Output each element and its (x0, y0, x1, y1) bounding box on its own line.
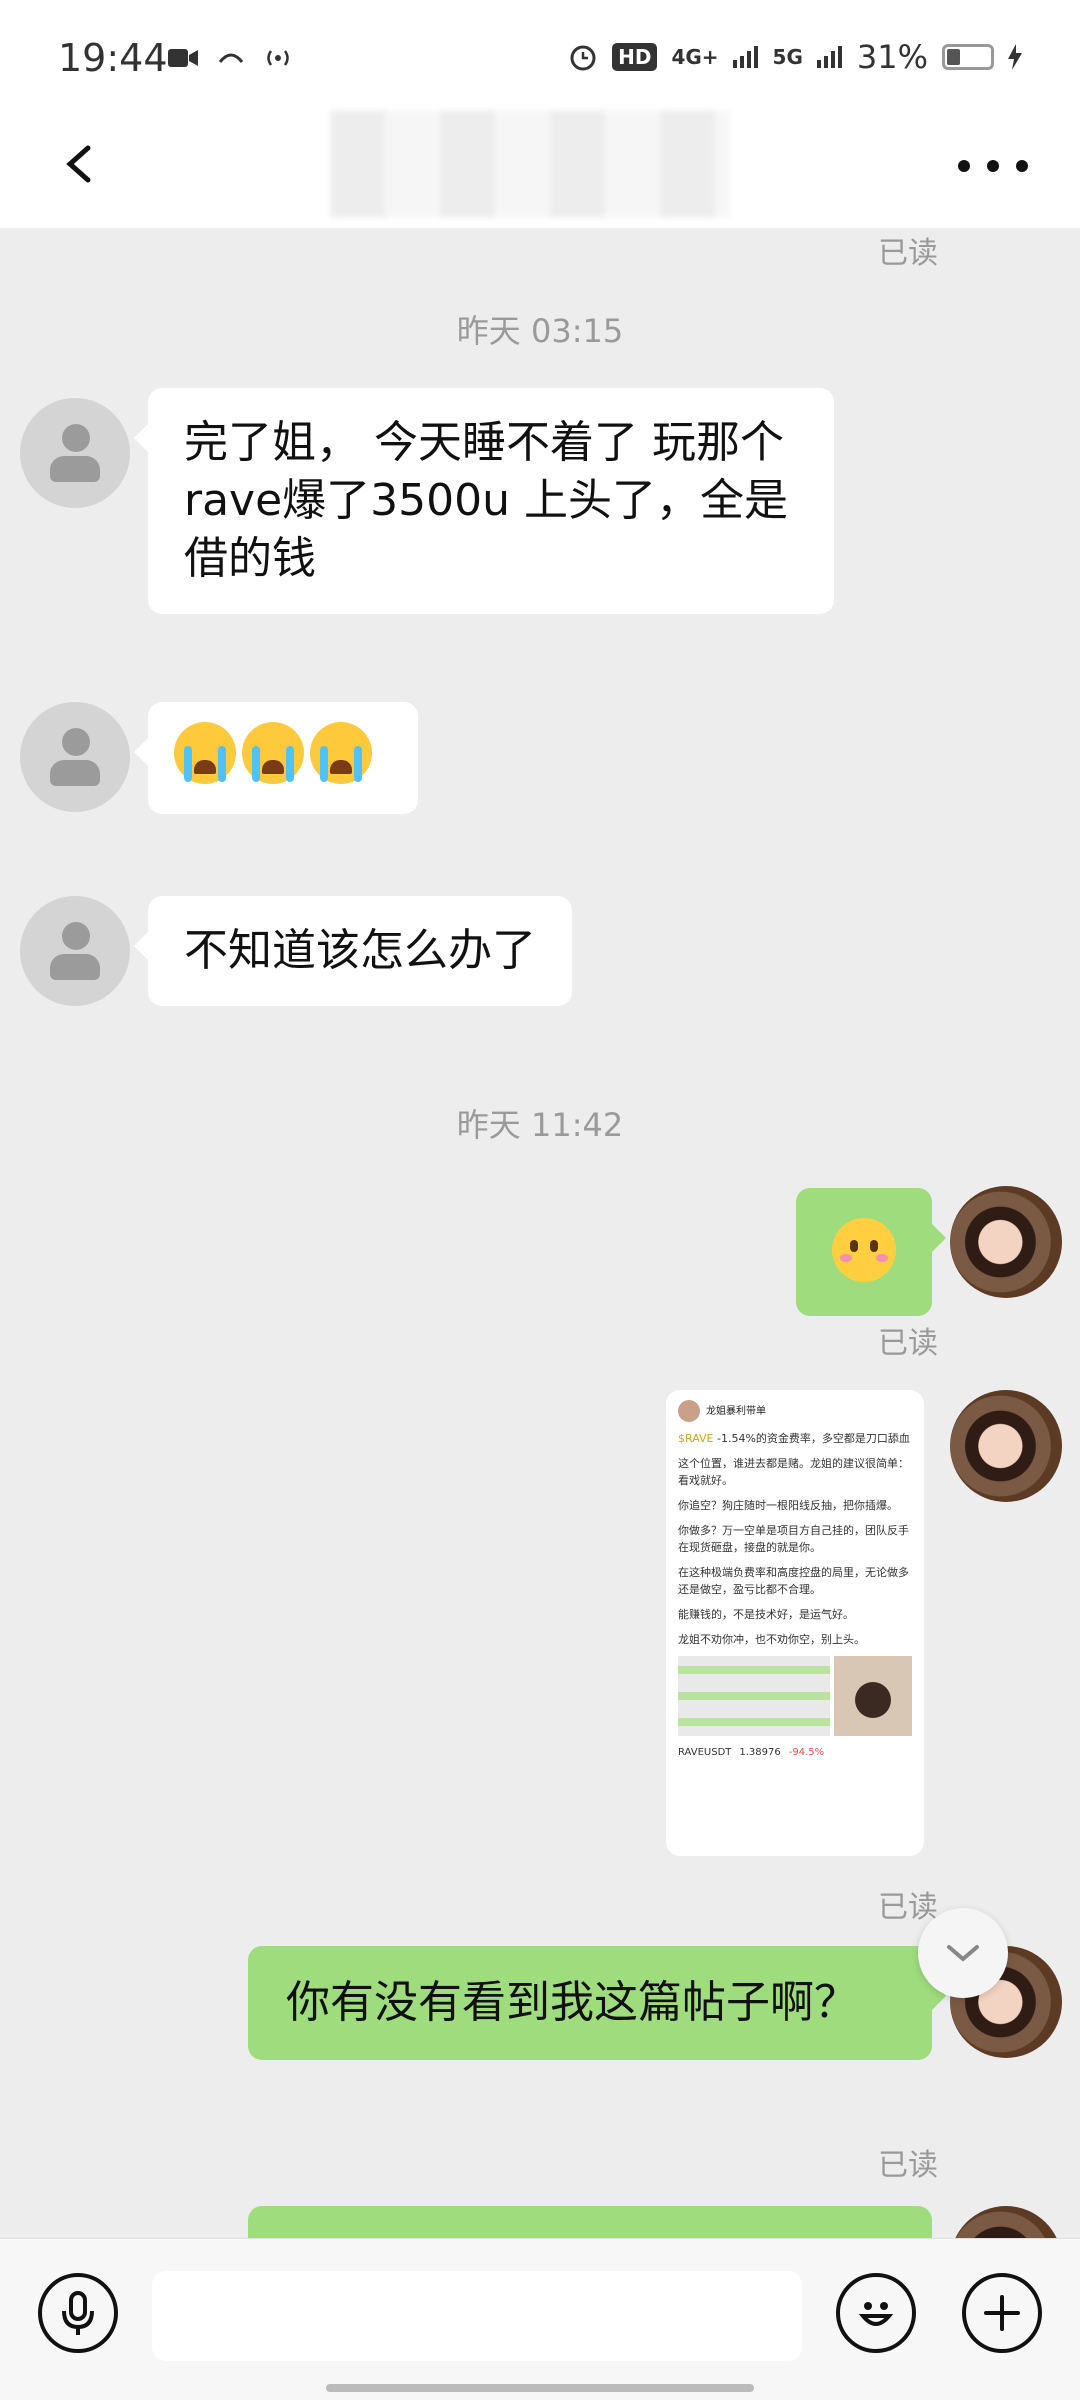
crying-emoji-icon (242, 722, 304, 784)
message-incoming[interactable]: 完了姐， 今天睡不着了 玩那个rave爆了3500u 上头了，全是借的钱 (134, 388, 834, 614)
hd-badge: HD (612, 43, 658, 71)
signal-icon-2 (816, 46, 842, 68)
input-bar (0, 2238, 1080, 2400)
contact-avatar[interactable] (20, 702, 130, 812)
emoji-icon (858, 2302, 894, 2326)
crying-emoji-icon (174, 722, 236, 784)
chat-header (0, 100, 1080, 228)
plus-button[interactable] (962, 2273, 1042, 2353)
post-para: 能赚钱的，不是技术好，是运气好。 (678, 1608, 854, 1621)
blushing-emoji-icon (832, 1218, 896, 1282)
read-receipt: 已读 (878, 1890, 938, 1925)
scroll-to-bottom-button[interactable] (918, 1908, 1008, 1998)
back-button[interactable] (52, 134, 112, 194)
read-receipt: 已读 (878, 236, 938, 271)
post-line: $RAVE -1.54%的资金费率，多空都是刀口舔血 (678, 1430, 912, 1447)
status-left-icons (168, 44, 292, 72)
message-incoming-emoji[interactable] (134, 702, 418, 814)
emoji-button[interactable] (836, 2273, 916, 2353)
message-outgoing[interactable]: 你有没有看到我这篇帖子啊？ (248, 1946, 946, 2060)
ticker-symbol: RAVEUSDT (678, 1747, 732, 1758)
ticker-price: 1.38976 (739, 1747, 781, 1758)
post-token-tag: $RAVE (678, 1432, 714, 1445)
post-para: 龙姐不劝你冲，也不劝你空，别上头。 (678, 1633, 865, 1646)
shared-post-image[interactable]: 龙姐暴利带单 $RAVE -1.54%的资金费率，多空都是刀口舔血 这个位置，谁… (666, 1390, 924, 1856)
post-thumbnails (678, 1656, 912, 1736)
my-avatar[interactable] (950, 1186, 1062, 1298)
contact-avatar[interactable] (20, 896, 130, 1006)
post-author-avatar (678, 1400, 700, 1422)
post-para: 这个位置，谁进去都是赌。龙姐的建议很简单：看戏就好。 (678, 1457, 909, 1487)
message-outgoing-emoji[interactable] (796, 1188, 946, 1316)
post-line-1: -1.54%的资金费率，多空都是刀口舔血 (713, 1432, 910, 1445)
voice-button[interactable] (38, 2273, 118, 2353)
contact-avatar[interactable] (20, 398, 130, 508)
message-input[interactable] (152, 2271, 802, 2361)
link-icon (218, 53, 244, 63)
charging-icon (1008, 44, 1022, 70)
read-receipt: 已读 (878, 2148, 938, 2183)
post-ticker: RAVEUSDT 1.38976 -94.5% (678, 1744, 912, 1761)
signal-icon (732, 46, 758, 68)
battery-percent: 31% (856, 38, 928, 76)
crying-emoji-icon (310, 722, 372, 784)
battery-icon (942, 44, 994, 70)
post-para: 你做多？万一空单是项目方自己挂的，团队反手在现货砸盘，接盘的就是你。 (678, 1524, 909, 1554)
timestamp: 昨天 03:15 (456, 312, 624, 350)
more-dot (958, 160, 970, 172)
plus-icon (984, 2295, 1020, 2331)
more-dot (987, 160, 999, 172)
chat-screenshot-thumb (678, 1656, 830, 1736)
timestamp: 昨天 11:42 (456, 1106, 624, 1144)
message-outgoing-partial[interactable] (248, 2206, 932, 2238)
post-author: 龙姐暴利带单 (706, 1405, 766, 1417)
post-para: 你追空？狗庄随时一根阳线反抽，把你插爆。 (678, 1499, 898, 1512)
video-icon (168, 49, 198, 67)
home-indicator (326, 2384, 754, 2392)
more-button[interactable] (958, 136, 1028, 196)
message-incoming[interactable]: 不知道该怎么办了 (134, 896, 572, 1006)
alarm-icon (570, 45, 596, 71)
status-time: 19:44 (58, 36, 168, 80)
chevron-left-icon (66, 145, 91, 183)
photo-thumb (834, 1656, 912, 1736)
read-receipt: 已读 (878, 1326, 938, 1361)
hotspot-icon (267, 50, 289, 66)
chat-area[interactable]: 已读 昨天 03:15 完了姐， 今天睡不着了 玩那个rave爆了3500u 上… (0, 228, 1080, 2238)
network-4g: 4G+ (671, 45, 719, 69)
network-5g: 5G (772, 45, 803, 69)
post-para: 在这种极端负费率和高度控盘的局里，无论做多还是做空，盈亏比都不合理。 (678, 1566, 909, 1596)
microphone-icon (62, 2291, 94, 2335)
my-avatar[interactable] (950, 2206, 1062, 2238)
post-header: 龙姐暴利带单 (678, 1400, 912, 1422)
my-avatar[interactable] (950, 1390, 1062, 1502)
chevron-down-icon (947, 1945, 979, 1962)
blurred-contact-name (330, 110, 730, 218)
status-right-icons: HD 4G+ 5G 31% (568, 38, 1022, 76)
ticker-change: -94.5% (788, 1747, 825, 1758)
more-dot (1016, 160, 1028, 172)
